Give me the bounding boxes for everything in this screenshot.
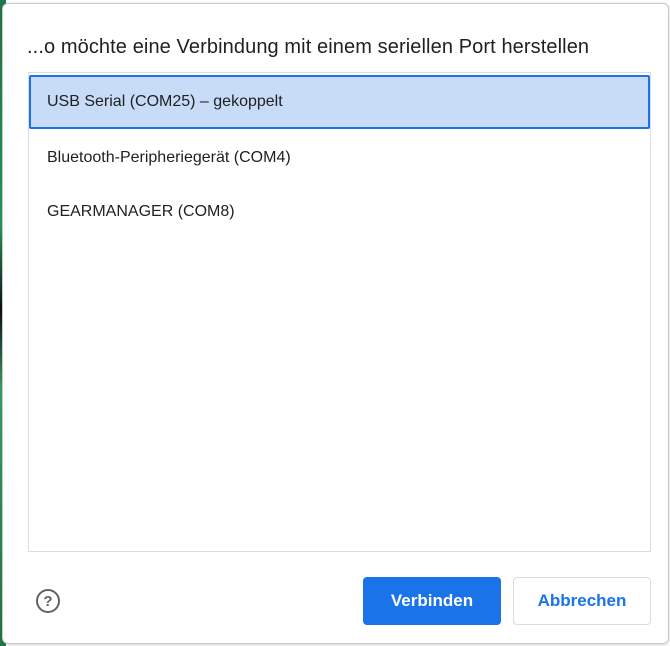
port-item-label: USB Serial (COM25) – gekoppelt <box>47 93 283 110</box>
port-item-com4[interactable]: Bluetooth-Peripheriegerät (COM4) <box>29 131 650 185</box>
help-icon[interactable]: ? <box>36 589 60 613</box>
help-glyph: ? <box>43 592 53 610</box>
cancel-button[interactable]: Abbrechen <box>513 577 651 625</box>
port-item-com8[interactable]: GEARMANAGER (COM8) <box>29 185 650 239</box>
serial-port-dialog: ...o möchte eine Verbindung mit einem se… <box>2 3 669 644</box>
connect-button[interactable]: Verbinden <box>363 577 501 625</box>
dialog-title: ...o möchte eine Verbindung mit einem se… <box>27 36 590 58</box>
port-item-com25[interactable]: USB Serial (COM25) – gekoppelt <box>29 75 650 129</box>
port-list[interactable]: USB Serial (COM25) – gekoppelt Bluetooth… <box>28 72 651 552</box>
port-item-label: GEARMANAGER (COM8) <box>47 203 235 220</box>
port-item-label: Bluetooth-Peripheriegerät (COM4) <box>47 149 291 166</box>
page: ...o möchte eine Verbindung mit einem se… <box>0 0 670 646</box>
